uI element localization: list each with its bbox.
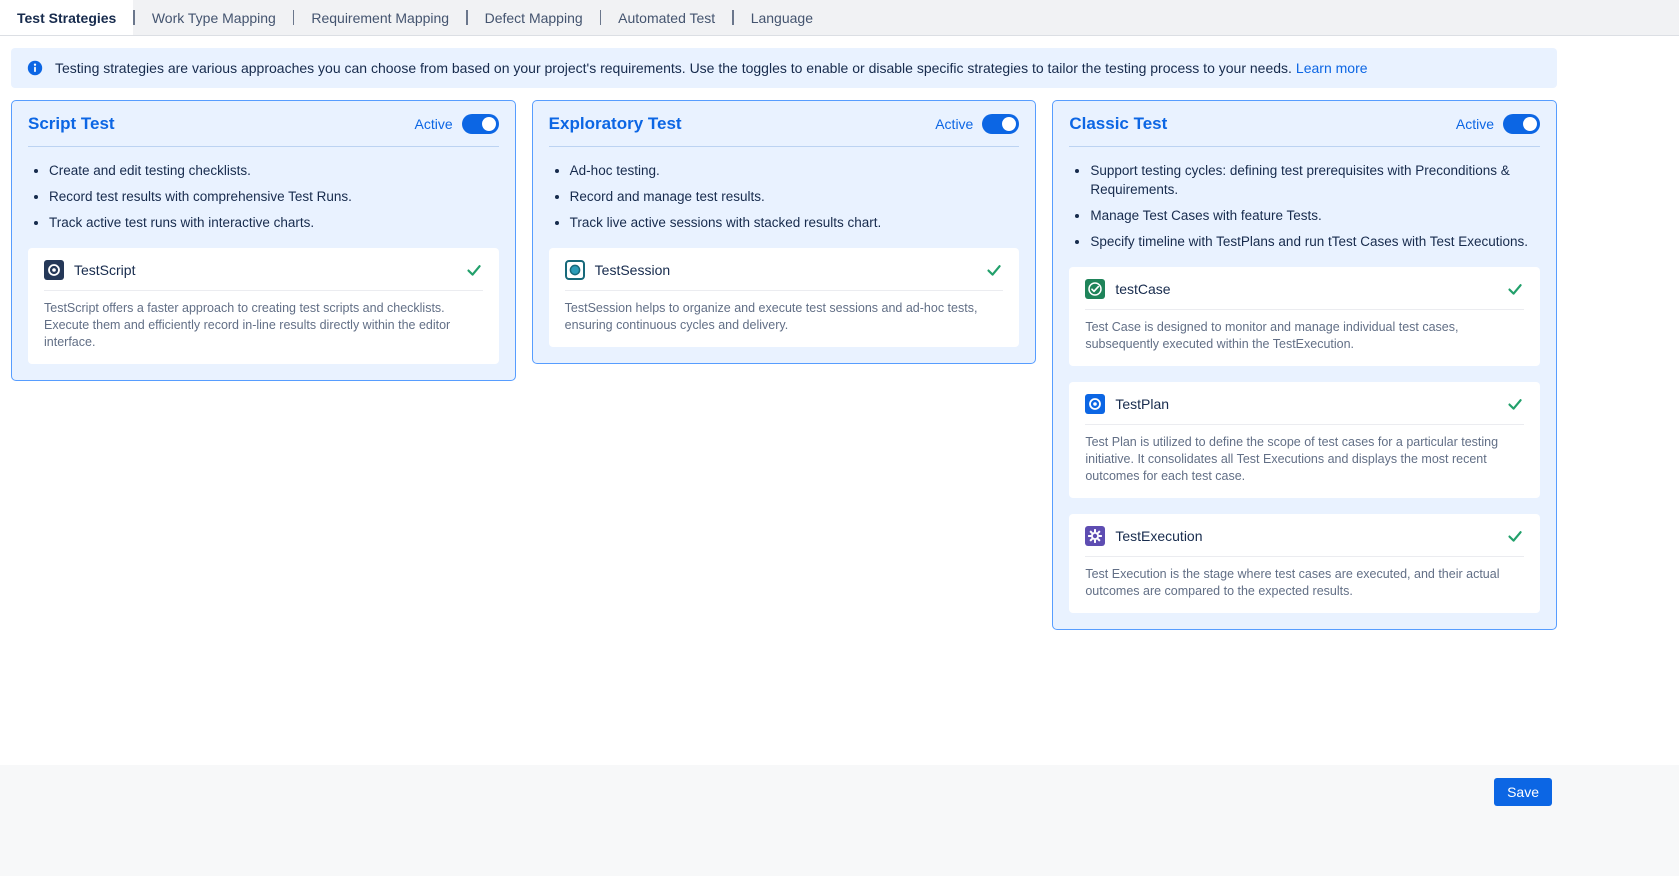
divider (1085, 556, 1524, 557)
script-test-active-toggle[interactable] (462, 114, 499, 134)
enabled-check-icon (1506, 527, 1524, 545)
module-testsession[interactable]: TestSession TestSession helps to organiz… (549, 248, 1020, 347)
feature-item: Manage Test Cases with feature Tests. (1090, 206, 1540, 225)
enabled-check-icon (1506, 280, 1524, 298)
feature-item: Track live active sessions with stacked … (570, 213, 1020, 232)
strategy-card-exploratory-test: Exploratory Test Active Ad-hoc testing. … (532, 100, 1037, 364)
feature-list: Support testing cycles: defining test pr… (1069, 161, 1540, 251)
feature-list: Create and edit testing checklists. Reco… (28, 161, 499, 232)
toggle-wrap: Active (415, 114, 499, 134)
feature-item: Track active test runs with interactive … (49, 213, 499, 232)
toggle-knob (1002, 117, 1016, 131)
feature-item: Record test results with comprehensive T… (49, 187, 499, 206)
active-label: Active (935, 116, 973, 132)
module-name: TestSession (595, 262, 670, 278)
testplan-icon (1085, 394, 1105, 414)
tab-requirement-mapping[interactable]: Requirement Mapping (294, 0, 466, 35)
divider (565, 290, 1004, 291)
info-icon (27, 60, 43, 76)
testsession-icon (565, 260, 585, 280)
module-description: Test Execution is the stage where test c… (1085, 566, 1524, 600)
info-banner: Testing strategies are various approache… (11, 48, 1557, 88)
settings-tabbar: Test Strategies Work Type Mapping Requir… (0, 0, 1679, 36)
module-description: TestSession helps to organize and execut… (565, 300, 1004, 334)
enabled-check-icon (1506, 395, 1524, 413)
toggle-wrap: Active (1456, 114, 1540, 134)
module-testcase[interactable]: testCase Test Case is designed to monito… (1069, 267, 1540, 366)
banner-text: Testing strategies are various approache… (55, 58, 1368, 78)
save-button[interactable]: Save (1494, 778, 1552, 806)
divider (1085, 309, 1524, 310)
feature-item: Ad-hoc testing. (570, 161, 1020, 180)
module-header: TestExecution (1085, 526, 1524, 546)
toggle-knob (1523, 117, 1537, 131)
strategy-card-classic-test: Classic Test Active Support testing cycl… (1052, 100, 1557, 630)
feature-item: Record and manage test results. (570, 187, 1020, 206)
card-title: Script Test (28, 114, 115, 134)
banner-message: Testing strategies are various approache… (55, 60, 1292, 76)
strategy-card-script-test: Script Test Active Create and edit testi… (11, 100, 516, 381)
card-title: Exploratory Test (549, 114, 682, 134)
module-header: TestPlan (1085, 394, 1524, 414)
feature-item: Specify timeline with TestPlans and run … (1090, 232, 1540, 251)
module-header: testCase (1085, 279, 1524, 299)
tab-language[interactable]: Language (734, 0, 830, 35)
module-description: Test Case is designed to monitor and man… (1085, 319, 1524, 353)
module-name: TestScript (74, 262, 135, 278)
module-testexecution[interactable]: TestExecution Test Execution is the stag… (1069, 514, 1540, 613)
divider (44, 290, 483, 291)
module-header: TestSession (565, 260, 1004, 280)
card-header: Exploratory Test Active (549, 114, 1020, 134)
tab-work-type-mapping[interactable]: Work Type Mapping (135, 0, 293, 35)
testcase-icon (1085, 279, 1105, 299)
enabled-check-icon (985, 261, 1003, 279)
learn-more-link[interactable]: Learn more (1296, 60, 1368, 76)
testscript-icon (44, 260, 64, 280)
tab-defect-mapping[interactable]: Defect Mapping (468, 0, 600, 35)
active-label: Active (415, 116, 453, 132)
divider (28, 146, 499, 147)
toggle-wrap: Active (935, 114, 1019, 134)
module-testplan[interactable]: TestPlan Test Plan is utilized to define… (1069, 382, 1540, 498)
testexecution-icon (1085, 526, 1105, 546)
divider (549, 146, 1020, 147)
exploratory-test-active-toggle[interactable] (982, 114, 1019, 134)
module-description: TestScript offers a faster approach to c… (44, 300, 483, 351)
footer-bar: Save (0, 765, 1679, 876)
card-title: Classic Test (1069, 114, 1167, 134)
tab-test-strategies[interactable]: Test Strategies (0, 0, 133, 35)
active-label: Active (1456, 116, 1494, 132)
feature-item: Support testing cycles: defining test pr… (1090, 161, 1540, 199)
module-header: TestScript (44, 260, 483, 280)
divider (1069, 146, 1540, 147)
classic-test-active-toggle[interactable] (1503, 114, 1540, 134)
feature-item: Create and edit testing checklists. (49, 161, 499, 180)
enabled-check-icon (465, 261, 483, 279)
divider (1085, 424, 1524, 425)
module-description: Test Plan is utilized to define the scop… (1085, 434, 1524, 485)
test-strategies-panel: Testing strategies are various approache… (0, 36, 1679, 765)
tab-automated-test[interactable]: Automated Test (601, 0, 732, 35)
module-name: TestPlan (1115, 396, 1169, 412)
module-name: testCase (1115, 281, 1170, 297)
feature-list: Ad-hoc testing. Record and manage test r… (549, 161, 1020, 232)
module-name: TestExecution (1115, 528, 1202, 544)
module-testscript[interactable]: TestScript TestScript offers a faster ap… (28, 248, 499, 364)
card-header: Classic Test Active (1069, 114, 1540, 134)
toggle-knob (482, 117, 496, 131)
strategy-cards-row: Script Test Active Create and edit testi… (11, 100, 1557, 630)
card-header: Script Test Active (28, 114, 499, 134)
